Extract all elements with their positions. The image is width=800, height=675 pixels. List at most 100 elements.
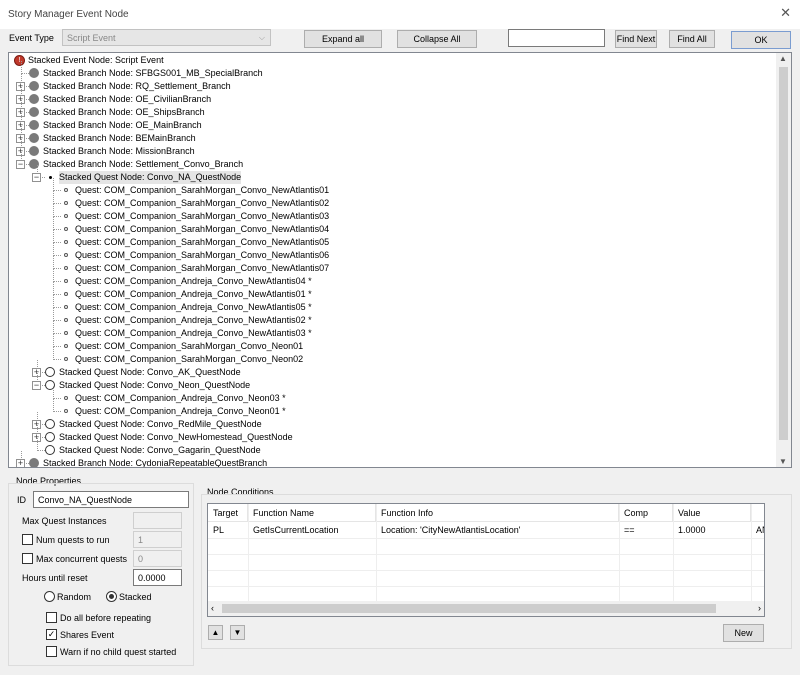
num-quests-label: Num quests to run <box>36 535 110 545</box>
tree-row[interactable]: Stacked Quest Node: Convo_RedMile_QuestN… <box>59 418 262 431</box>
tree-row[interactable]: Quest: COM_Companion_SarahMorgan_Convo_N… <box>75 197 329 210</box>
stop-icon: ! <box>14 55 25 66</box>
conditions-grid[interactable]: Target Function Name Function Info Comp … <box>207 503 765 617</box>
branch-icon <box>29 146 39 156</box>
tree-connector <box>53 346 61 347</box>
move-down-button[interactable]: ▼ <box>230 625 245 640</box>
tree-connector <box>53 398 61 399</box>
col-header-target[interactable]: Target <box>208 504 248 522</box>
max-concurrent-field[interactable]: 0 <box>133 550 182 567</box>
tree-connector <box>53 321 54 334</box>
new-condition-button[interactable]: New <box>723 624 764 642</box>
warn-checkbox[interactable] <box>46 646 57 657</box>
scroll-thumb[interactable] <box>779 67 788 440</box>
tree-row[interactable]: Stacked Branch Node: BEMainBranch <box>43 132 196 145</box>
expand-icon[interactable]: + <box>16 459 25 467</box>
tree-row[interactable]: Quest: COM_Companion_SarahMorgan_Convo_N… <box>75 340 303 353</box>
grid-line <box>751 504 752 601</box>
quest-icon <box>64 396 68 400</box>
random-radio[interactable] <box>44 591 55 602</box>
tree-connector <box>53 307 61 308</box>
grid-hscrollbar[interactable]: ‹ › <box>208 601 764 616</box>
tree-row[interactable]: Stacked Quest Node: Convo_Gagarin_QuestN… <box>59 444 261 457</box>
move-up-button[interactable]: ▲ <box>208 625 223 640</box>
tree-row[interactable]: Quest: COM_Companion_SarahMorgan_Convo_N… <box>75 236 329 249</box>
tree-row[interactable]: Stacked Branch Node: OE_CivilianBranch <box>43 93 211 106</box>
collapse-icon[interactable]: − <box>32 173 41 182</box>
event-type-combo[interactable]: Script Event ⌵ <box>62 29 271 46</box>
scroll-up-icon[interactable]: ▲ <box>779 54 787 63</box>
col-header-and[interactable] <box>751 504 764 522</box>
tree-row[interactable]: Quest: COM_Companion_Andreja_Convo_Neon0… <box>75 392 286 405</box>
tree-connector <box>53 386 54 399</box>
find-input[interactable] <box>508 29 605 47</box>
max-concurrent-checkbox[interactable] <box>22 553 33 564</box>
id-field[interactable]: Convo_NA_QuestNode <box>33 491 189 508</box>
tree-row[interactable]: Stacked Branch Node: Settlement_Convo_Br… <box>43 158 243 171</box>
expand-all-button[interactable]: Expand all <box>304 30 382 48</box>
find-all-button[interactable]: Find All <box>669 30 715 48</box>
quest-icon <box>64 357 68 361</box>
tree-row[interactable]: Stacked Branch Node: RQ_Settlement_Branc… <box>43 80 231 93</box>
grid-line <box>208 586 764 587</box>
tree-row[interactable]: Quest: COM_Companion_SarahMorgan_Convo_N… <box>75 210 329 223</box>
tree-row[interactable]: Quest: COM_Companion_Andreja_Convo_NewAt… <box>75 275 312 288</box>
branch-icon <box>29 133 39 143</box>
grid-line <box>208 554 764 555</box>
ok-button[interactable]: OK <box>731 31 791 49</box>
tree-row[interactable]: Quest: COM_Companion_Andreja_Convo_NewAt… <box>75 327 312 340</box>
cell-comp[interactable]: == <box>619 522 673 538</box>
close-icon[interactable]: ✕ <box>780 5 791 21</box>
tree-scrollbar[interactable]: ▲ ▼ <box>776 53 791 467</box>
tree-row[interactable]: Stacked Branch Node: SFBGS001_MB_Special… <box>43 67 263 80</box>
tree-row[interactable]: Stacked Quest Node: Convo_Neon_QuestNode <box>59 379 250 392</box>
scroll-left-icon[interactable]: ‹ <box>211 603 214 613</box>
cell-value[interactable]: 1.0000 <box>673 522 751 538</box>
collapse-icon[interactable]: − <box>16 160 25 169</box>
num-quests-checkbox[interactable] <box>22 534 33 545</box>
tree-row[interactable]: Quest: COM_Companion_SarahMorgan_Convo_N… <box>75 262 329 275</box>
tree-connector <box>53 294 61 295</box>
cell-and[interactable]: AN <box>751 522 764 538</box>
cell-function-name[interactable]: GetIsCurrentLocation <box>248 522 376 538</box>
event-tree[interactable]: ▲ ▼ ! Stacked Event Node: Script Event Sta… <box>8 52 792 468</box>
tree-row-selected[interactable]: Stacked Quest Node: Convo_NA_QuestNode <box>59 171 242 184</box>
tree-row[interactable]: Quest: COM_Companion_Andreja_Convo_Neon0… <box>75 405 286 418</box>
max-quest-instances-field[interactable] <box>133 512 182 529</box>
cell-target[interactable]: PL <box>208 522 248 538</box>
collapse-icon[interactable]: − <box>32 381 41 390</box>
find-next-button[interactable]: Find Next <box>615 30 657 48</box>
tree-row[interactable]: Quest: COM_Companion_SarahMorgan_Convo_N… <box>75 223 329 236</box>
do-all-checkbox[interactable] <box>46 612 57 623</box>
tree-row[interactable]: Stacked Quest Node: Convo_NewHomestead_Q… <box>59 431 293 444</box>
tree-connector <box>53 217 54 230</box>
hours-reset-field[interactable]: 0.0000 <box>133 569 182 586</box>
shares-event-checkbox[interactable]: ✓ <box>46 629 57 640</box>
stacked-radio[interactable] <box>106 591 117 602</box>
tree-row[interactable]: Quest: COM_Companion_Andreja_Convo_NewAt… <box>75 301 312 314</box>
tree-row[interactable]: Stacked Event Node: Script Event <box>28 54 164 67</box>
tree-row[interactable]: Stacked Branch Node: MissionBranch <box>43 145 195 158</box>
tree-row[interactable]: Quest: COM_Companion_SarahMorgan_Convo_N… <box>75 249 329 262</box>
scroll-right-icon[interactable]: › <box>758 603 761 613</box>
tree-row[interactable]: Quest: COM_Companion_Andreja_Convo_NewAt… <box>75 288 312 301</box>
col-header-comp[interactable]: Comp <box>619 504 673 522</box>
tree-row[interactable]: Stacked Branch Node: OE_MainBranch <box>43 119 202 132</box>
num-quests-field[interactable]: 1 <box>133 531 182 548</box>
tree-row[interactable]: Stacked Branch Node: OE_ShipsBranch <box>43 106 205 119</box>
tree-connector <box>37 438 38 451</box>
tree-row[interactable]: Quest: COM_Companion_SarahMorgan_Convo_N… <box>75 353 303 366</box>
collapse-all-button[interactable]: Collapse All <box>397 30 477 48</box>
tree-row[interactable]: Stacked Branch Node: CydoniaRepeatableQu… <box>43 457 267 467</box>
col-header-function-info[interactable]: Function Info <box>376 504 619 522</box>
branch-icon <box>29 68 39 78</box>
scroll-down-icon[interactable]: ▼ <box>779 457 787 466</box>
cell-function-info[interactable]: Location: 'CityNewAtlantisLocation' <box>376 522 619 538</box>
tree-row[interactable]: Quest: COM_Companion_SarahMorgan_Convo_N… <box>75 184 329 197</box>
tree-connector <box>53 191 54 204</box>
col-header-function-name[interactable]: Function Name <box>248 504 376 522</box>
tree-row[interactable]: Quest: COM_Companion_Andreja_Convo_NewAt… <box>75 314 312 327</box>
hscroll-thumb[interactable] <box>222 604 716 613</box>
col-header-value[interactable]: Value <box>673 504 751 522</box>
tree-row[interactable]: Stacked Quest Node: Convo_AK_QuestNode <box>59 366 241 379</box>
